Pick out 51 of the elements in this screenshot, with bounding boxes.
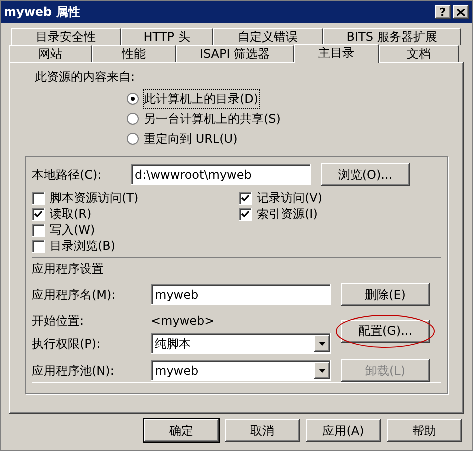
dialog-button[interactable]: 配置(G)...	[341, 320, 430, 342]
radio-label: 另一台计算机上的共享(S)	[144, 111, 281, 128]
checkbox[interactable]	[32, 208, 45, 220]
close-button[interactable]	[453, 5, 469, 19]
tab[interactable]: 性能	[92, 45, 176, 62]
dropdown-field[interactable]: 纯脚本	[151, 333, 331, 354]
checkbox-label: 索引资源(I)	[257, 206, 318, 223]
dialog-button[interactable]: 取消	[225, 419, 300, 442]
start-location-value: <myweb>	[151, 313, 216, 330]
input-field[interactable]: myweb	[151, 284, 331, 305]
tab[interactable]: BITS 服务器扩展	[323, 28, 461, 45]
checkbox-label: 目录浏览(B)	[50, 238, 116, 255]
tab[interactable]: 自定义错误	[213, 28, 323, 45]
tab[interactable]: 网站	[9, 45, 92, 62]
checkbox-label: 记录访问(V)	[257, 190, 323, 207]
tab[interactable]: ISAPI 筛选器	[176, 45, 294, 62]
checkbox-label: 脚本资源访问(T)	[50, 190, 139, 207]
radio-label: 此计算机上的目录(D)	[144, 90, 259, 108]
tab[interactable]: HTTP 头	[121, 28, 213, 45]
checkbox[interactable]	[239, 192, 252, 204]
dialog-button[interactable]: 帮助	[387, 419, 462, 442]
close-icon	[457, 8, 465, 16]
field-label: 本地路径(C):	[32, 166, 103, 184]
field-label: 开始位置:	[32, 313, 86, 330]
tab[interactable]: 文档	[379, 45, 459, 62]
checkbox[interactable]	[32, 224, 45, 236]
radio-button[interactable]	[127, 133, 139, 145]
dialog-button[interactable]: 确定	[144, 419, 219, 442]
window-title: myweb 属性	[4, 4, 82, 21]
input-field[interactable]: d:\wwwroot\myweb	[131, 164, 311, 185]
tab[interactable]: 主目录	[294, 44, 379, 63]
dropdown-field[interactable]: myweb	[151, 360, 331, 381]
field-label: 应用程序池(N):	[32, 362, 116, 380]
checkbox-label: 写入(W)	[50, 222, 96, 239]
check-icon	[34, 210, 43, 218]
section-title: 应用程序设置	[32, 261, 105, 278]
checkbox[interactable]	[32, 240, 45, 252]
help-button[interactable]: ?	[435, 5, 451, 19]
field-label: 应用程序名(M):	[32, 286, 117, 304]
checkbox-label: 读取(R)	[50, 206, 92, 223]
dialog-button[interactable]: 删除(E)	[341, 283, 430, 306]
radio-label: 重定向到 URL(U)	[144, 131, 238, 148]
dialog-button[interactable]: 浏览(O)...	[321, 163, 410, 186]
dialog-button[interactable]: 应用(A)	[306, 419, 381, 442]
checkbox[interactable]	[32, 192, 45, 204]
field-label: 执行权限(P):	[32, 336, 102, 352]
radio-button[interactable]	[127, 93, 139, 105]
source-label: 此资源的内容来自:	[34, 69, 136, 86]
checkbox[interactable]	[239, 208, 252, 220]
radio-button[interactable]	[127, 113, 139, 125]
tab[interactable]: 目录安全性	[11, 28, 121, 45]
